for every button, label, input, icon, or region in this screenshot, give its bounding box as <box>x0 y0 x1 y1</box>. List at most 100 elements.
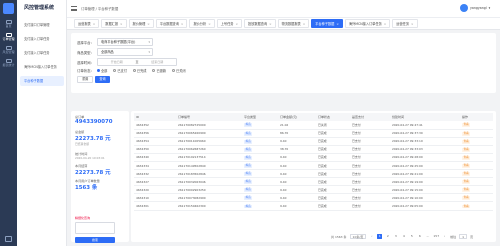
menu-toggle-icon[interactable] <box>71 6 77 11</box>
tab-bar: 运营报表 × 数据汇报 × 报价管理 × 平台数据查询 × 报价分析 × 上号任务 × 投放… <box>67 18 500 30</box>
tab-quote-analysis[interactable]: 报价分析 × <box>189 19 215 28</box>
menu-item-mcn-tasks[interactable]: 海外MCN接入订单任务 <box>20 62 64 72</box>
cell-status: 已完成 <box>316 201 350 211</box>
collapse-icon[interactable] <box>5 236 12 242</box>
tab-delivery-query[interactable]: 投放数据查询 × <box>243 19 276 28</box>
close-icon[interactable]: × <box>93 22 96 26</box>
tab-quote-mgmt[interactable]: 报价管理 × <box>128 19 154 28</box>
menu-item-seed-data[interactable]: 平台种子数据 <box>20 76 64 86</box>
page-3[interactable]: 3 <box>393 234 398 239</box>
status-radio-closed[interactable]: 已关闭 <box>172 68 186 73</box>
home-icon[interactable]: 首页 <box>2 20 15 31</box>
page-4[interactable]: 4 <box>401 234 406 239</box>
table-row[interactable]: 4634354 261170011005660 抖音 9.40 已完成 已支付 2020-0… <box>134 137 493 146</box>
view-button[interactable]: 查看 <box>462 188 471 193</box>
reset-button[interactable]: 重置 <box>77 76 94 83</box>
user-menu[interactable]: yangyangl ▾ <box>460 4 490 12</box>
table-row[interactable]: 4634327 261170032063046 抖音 9.40 已完成 已支付 2020-0… <box>134 177 493 187</box>
col-order-no[interactable]: 订单编号 <box>176 113 242 121</box>
close-icon[interactable]: × <box>336 22 339 26</box>
tab-platform-query[interactable]: 平台数据查询 × <box>155 19 188 28</box>
risk-icon[interactable]: 风控管理 <box>2 46 15 57</box>
table-row[interactable]: 4634301 261170150462300 抖音 9.40 已完成 已支付 2020-0… <box>134 201 493 211</box>
search-input[interactable] <box>75 222 115 234</box>
table-row[interactable]: 4634334 261170149502840 抖音 9.40 已完成 已支付 2020-0… <box>134 161 493 171</box>
cell-amount: 21.02 <box>278 121 316 130</box>
close-icon[interactable]: × <box>235 22 238 26</box>
tab-mcn-tasks[interactable]: 海外MCN接入订单任务 × <box>344 19 391 28</box>
chevron-down-icon: ▾ <box>488 6 491 10</box>
date-range-picker[interactable]: 开始日期 至 结束日期 <box>96 58 177 66</box>
close-icon[interactable]: × <box>181 22 184 26</box>
page-5[interactable]: 5 <box>409 234 414 239</box>
menu-item-payment-orders[interactable]: 支付接口订单管理 <box>20 20 64 30</box>
close-icon[interactable]: × <box>384 22 387 26</box>
table-row[interactable]: 4634356 261170065260990 抖音 86.70 已完成 已支付 2020-… <box>134 129 493 138</box>
page-1[interactable]: 1 <box>377 234 383 239</box>
report-icon[interactable]: 报表统计 <box>2 59 15 70</box>
view-button[interactable]: 查看 <box>462 204 471 209</box>
cell-id: 4634310 <box>134 193 176 203</box>
date-start[interactable]: 开始日期 <box>98 60 136 64</box>
cell-platform: 抖音 <box>242 185 278 195</box>
cell-created: 2020-04-27 09:19:00 <box>390 177 460 187</box>
status-radio-completed[interactable]: 已完成 <box>132 68 146 73</box>
prev-page-icon[interactable]: ‹ <box>369 234 374 239</box>
view-button[interactable]: 查看 <box>462 196 471 201</box>
tab-ops-tasks[interactable]: 运营任务 × <box>392 19 418 28</box>
next-page-icon[interactable]: › <box>442 234 447 239</box>
close-icon[interactable]: × <box>120 22 123 26</box>
tab-account-task[interactable]: 上号任务 × <box>216 19 242 28</box>
view-button[interactable]: 查看 <box>462 164 471 168</box>
close-icon[interactable]: × <box>303 22 306 26</box>
search-button[interactable]: 搜索 <box>75 237 115 243</box>
page-2[interactable]: 2 <box>385 234 390 239</box>
date-end[interactable]: 结束日期 <box>138 60 176 64</box>
col-amount[interactable]: 订单金额(元) <box>278 113 316 121</box>
close-icon[interactable]: × <box>208 22 211 26</box>
jump-input[interactable]: 1 <box>459 234 468 239</box>
query-button[interactable]: 查询 <box>95 76 110 83</box>
tab-logistics[interactable]: 物流数据报表 × <box>277 19 310 28</box>
cell-amount: 9.40 <box>278 169 316 179</box>
page-ellipsis[interactable]: ... <box>425 234 430 239</box>
status-radio-all[interactable]: 全部 <box>96 68 107 73</box>
platform-label: 选择平台： <box>77 40 94 45</box>
order-total-value: 4943390070 <box>75 119 113 125</box>
close-icon[interactable]: × <box>269 22 272 26</box>
table-row[interactable]: 4634340 261170192137514 抖音 9.40 已完成 已支付 2020-0… <box>134 153 493 162</box>
table-row[interactable]: 4634352 261170082725000 抖音 21.02 已关闭 已支付 2020-… <box>134 121 493 130</box>
table-row[interactable]: 4634332 261170183502846 抖音 9.40 已完成 已支付 2020-0… <box>134 169 493 179</box>
page-6[interactable]: 6 <box>417 234 422 239</box>
close-icon[interactable]: × <box>147 22 150 26</box>
status-radio-refunded[interactable]: 已退款 <box>152 68 166 73</box>
view-button[interactable]: 查看 <box>462 156 471 160</box>
tab-ops-report[interactable]: 运营报表 × <box>74 19 100 28</box>
product-select[interactable]: 全部商品 <box>96 48 153 56</box>
col-platform[interactable]: 平台类型 <box>242 113 278 121</box>
cell-status: 已完成 <box>316 129 350 138</box>
col-paid[interactable]: 是否支付 <box>350 113 390 121</box>
platform-select[interactable]: 电商平台种子数据(平台) <box>96 38 153 46</box>
col-status[interactable]: 订单状态 <box>316 113 350 121</box>
order-icon[interactable]: 订单管理 <box>2 33 15 44</box>
page-last[interactable]: 157 <box>433 234 439 239</box>
tab-seed-data[interactable]: 平台种子数据 × <box>311 19 343 28</box>
menu-item-payment-tasks-2[interactable]: 支付接入订单任务 <box>20 48 64 58</box>
view-button[interactable]: 查看 <box>462 123 471 128</box>
view-button[interactable]: 查看 <box>462 172 471 176</box>
col-id[interactable]: ID <box>134 113 176 121</box>
view-button[interactable]: 查看 <box>462 131 471 136</box>
view-button[interactable]: 查看 <box>462 180 471 185</box>
page-size-select[interactable]: 10条/页 <box>349 234 367 239</box>
table-row[interactable]: 4634310 261170073082990 抖音 9.40 已完成 已支付 2020-0… <box>134 193 493 203</box>
table-row[interactable]: 4634320 261170002903250 抖音 9.40 已完成 已支付 2020-0… <box>134 185 493 195</box>
close-icon[interactable]: × <box>411 22 414 26</box>
status-radio-paid[interactable]: 已支付 <box>113 68 127 73</box>
table-row[interactable]: 4634350 261170062687260 抖音 38.70 已完成 已支付 2020-… <box>134 145 493 154</box>
tab-data-report[interactable]: 数据汇报 × <box>101 19 127 28</box>
view-button[interactable]: 查看 <box>462 139 471 144</box>
menu-item-payment-tasks[interactable]: 支付接入订单任务 <box>20 34 64 44</box>
col-created[interactable]: 创建时间 <box>390 113 460 121</box>
view-button[interactable]: 查看 <box>462 147 471 152</box>
